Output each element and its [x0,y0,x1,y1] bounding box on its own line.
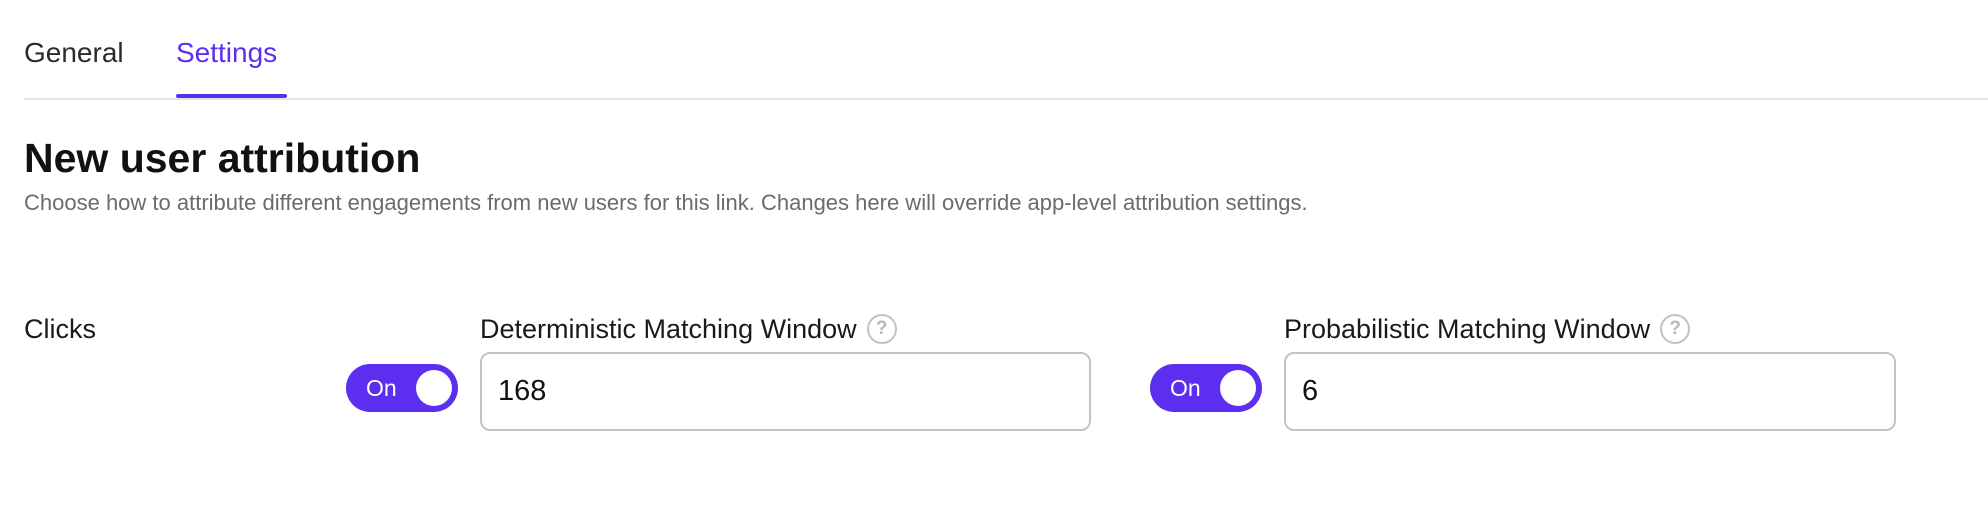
probabilistic-window-label: Probabilistic Matching Window ? [1284,312,1691,346]
tab-settings[interactable]: Settings [176,36,277,70]
probabilistic-window-input[interactable] [1284,352,1896,431]
toggle-label: On [366,375,397,401]
section-description: Choose how to attribute different engage… [24,190,1308,215]
help-icon[interactable]: ? [1660,314,1691,344]
deterministic-window-label: Deterministic Matching Window ? [480,312,897,346]
active-tab-indicator [176,94,287,98]
toggle-knob [1220,370,1256,406]
tab-bar: General Settings [24,0,1988,100]
toggle-label: On [1170,375,1201,401]
probabilistic-window-label-text: Probabilistic Matching Window [1284,314,1651,344]
deterministic-toggle[interactable]: On [346,364,458,412]
probabilistic-toggle[interactable]: On [1150,364,1262,412]
help-icon[interactable]: ? [866,314,897,344]
deterministic-window-label-text: Deterministic Matching Window [480,314,857,344]
deterministic-window-input[interactable] [480,352,1091,431]
section-title: New user attribution [24,135,421,181]
clicks-row-label: Clicks [24,314,96,344]
toggle-knob [416,370,452,406]
tab-general[interactable]: General [24,36,124,70]
